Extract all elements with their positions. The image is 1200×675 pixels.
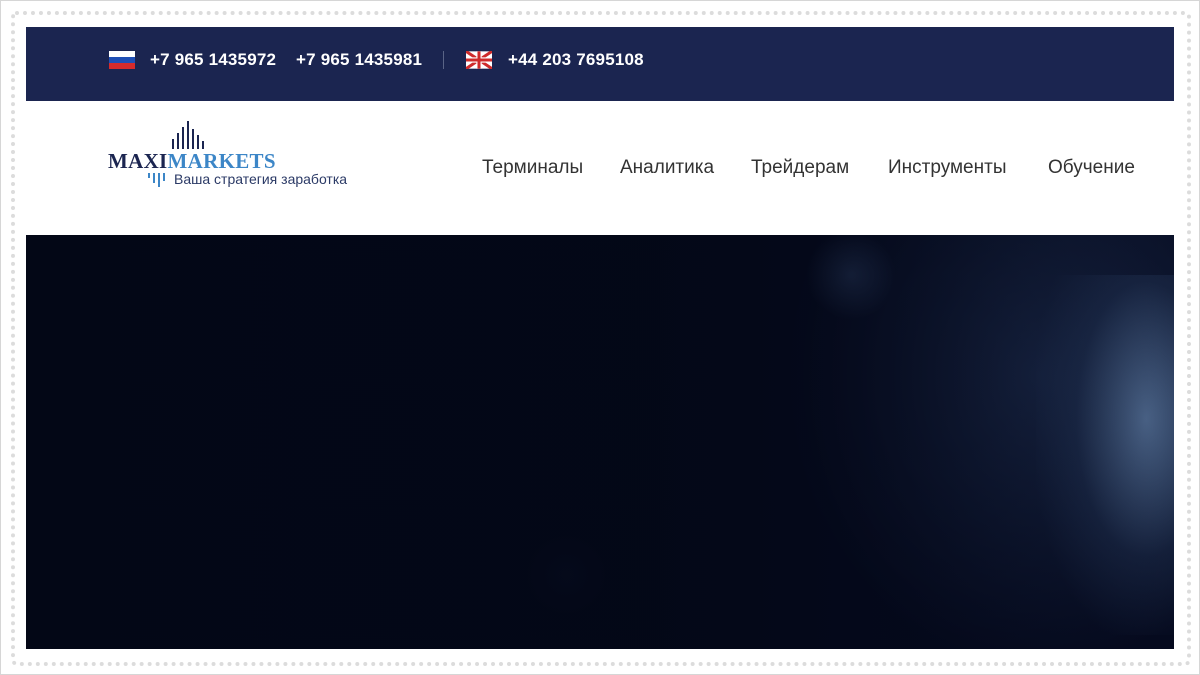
phone-link-uk[interactable]: +44 203 7695108 bbox=[508, 49, 644, 71]
phone-link-ru-1[interactable]: +7 965 1435972 bbox=[150, 49, 276, 71]
nav-item-traders[interactable]: Трейдерам bbox=[751, 157, 849, 179]
nav-item-education[interactable]: Обучение bbox=[1048, 157, 1135, 179]
site-header: MAXIMARKETS Ваша стратегия заработка Тер… bbox=[26, 101, 1174, 235]
nav-item-analytics[interactable]: Аналитика bbox=[620, 157, 714, 179]
website-screenshot: +7 965 1435972 +7 965 1435981 +44 203 76… bbox=[26, 27, 1174, 649]
hero-banner bbox=[26, 235, 1174, 649]
phone-link-ru-2[interactable]: +7 965 1435981 bbox=[296, 49, 422, 71]
topbar-divider bbox=[443, 51, 444, 69]
contact-topbar: +7 965 1435972 +7 965 1435981 +44 203 76… bbox=[26, 27, 1174, 101]
nav-item-instruments[interactable]: Инструменты bbox=[888, 157, 1006, 179]
main-nav: Терминалы Аналитика Трейдерам Инструмент… bbox=[26, 101, 1174, 235]
uk-flag-icon[interactable] bbox=[466, 51, 492, 69]
russia-flag-icon[interactable] bbox=[109, 51, 135, 69]
hero-overlay bbox=[26, 235, 1174, 649]
nav-item-terminals[interactable]: Терминалы bbox=[482, 157, 583, 179]
